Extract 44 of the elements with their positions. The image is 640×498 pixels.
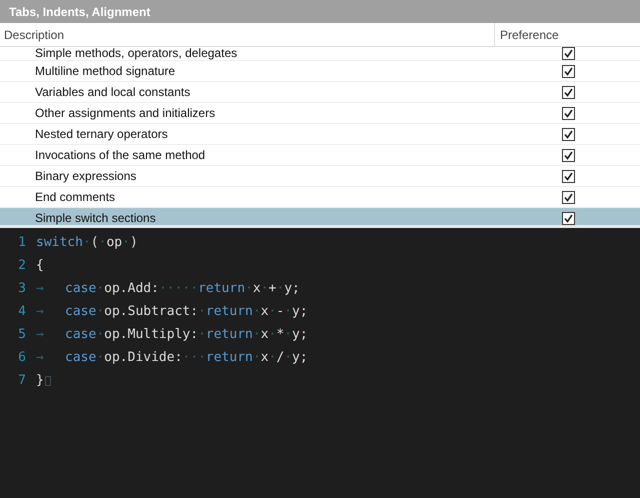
- code-line: switch·(·op·): [36, 234, 138, 252]
- code-line: {: [36, 256, 44, 275]
- column-header[interactable]: Description: [0, 23, 495, 46]
- option-label: Variables and local constants: [34, 84, 192, 101]
- line-number: 4: [17, 302, 27, 321]
- line-number: 6: [17, 348, 27, 367]
- column-header[interactable]: Preference: [495, 23, 640, 46]
- option-label: Simple switch sections: [34, 210, 157, 225]
- code-line: }: [36, 370, 51, 390]
- option-label: Multiline method signature: [34, 63, 176, 80]
- code-line: → case·op.Add:·····return·x·+·y;: [36, 280, 300, 298]
- checkmark-icon: [564, 130, 573, 138]
- checkbox[interactable]: [562, 148, 575, 162]
- code-line: → case·op.Multiply:·return·x·*·y;: [36, 326, 308, 344]
- checkmark-icon: [564, 150, 573, 160]
- code-line: → case·op.Subtract:·return·x·-·y;: [36, 302, 308, 321]
- checkbox[interactable]: [562, 170, 575, 182]
- checkbox[interactable]: [562, 106, 575, 120]
- option-row[interactable]: Simple switch sections: [0, 208, 640, 225]
- option-label: Invocations of the same method: [34, 147, 206, 164]
- option-row[interactable]: Simple methods, operators, delegates: [0, 47, 640, 61]
- line-number: 2: [17, 256, 27, 275]
- option-label: Simple methods, operators, delegates: [34, 47, 238, 60]
- line-number: 3: [17, 280, 27, 298]
- checkbox[interactable]: [562, 128, 575, 140]
- checkmark-icon: [564, 192, 573, 202]
- checkmark-icon: [564, 172, 573, 180]
- checkmark-icon: [564, 88, 573, 96]
- checkbox[interactable]: [562, 86, 575, 98]
- line-number: 5: [17, 326, 27, 344]
- checkbox[interactable]: [562, 212, 575, 224]
- code-line: → case·op.Divide:···return·x·/·y;: [36, 348, 308, 367]
- option-label: Binary expressions: [34, 168, 138, 185]
- checkmark-icon: [564, 108, 573, 118]
- line-number: 7: [17, 372, 27, 390]
- option-label: Nested ternary operators: [34, 126, 169, 143]
- checkbox[interactable]: [562, 47, 575, 60]
- option-label: End comments: [34, 189, 116, 206]
- line-number: 1: [17, 234, 27, 252]
- option-label: Other assignments and initializers: [34, 105, 216, 122]
- checkmark-icon: [564, 214, 573, 222]
- checkbox[interactable]: [562, 190, 575, 204]
- checkbox[interactable]: [562, 64, 575, 78]
- section-header: Tabs, Indents, Alignment: [0, 0, 640, 23]
